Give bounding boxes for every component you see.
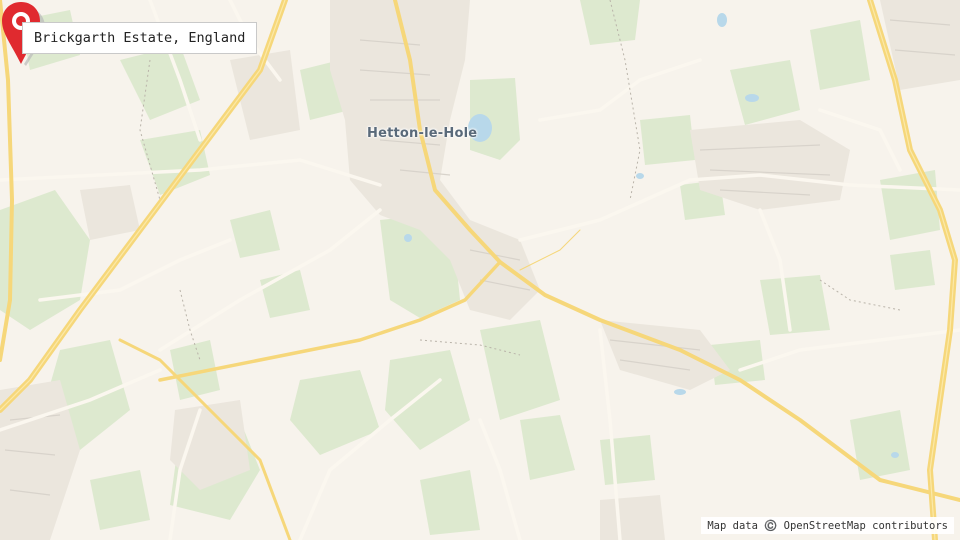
map-canvas[interactable]: Hetton-le-Hole Brickgarth Estate, Englan…	[0, 0, 960, 540]
location-label: Brickgarth Estate, England	[22, 22, 258, 54]
map-attribution: Map data ©️ OpenStreetMap contributors	[701, 517, 954, 534]
place-label-hetton-le-hole: Hetton-le-Hole	[367, 126, 478, 141]
map-tiles	[0, 0, 960, 540]
